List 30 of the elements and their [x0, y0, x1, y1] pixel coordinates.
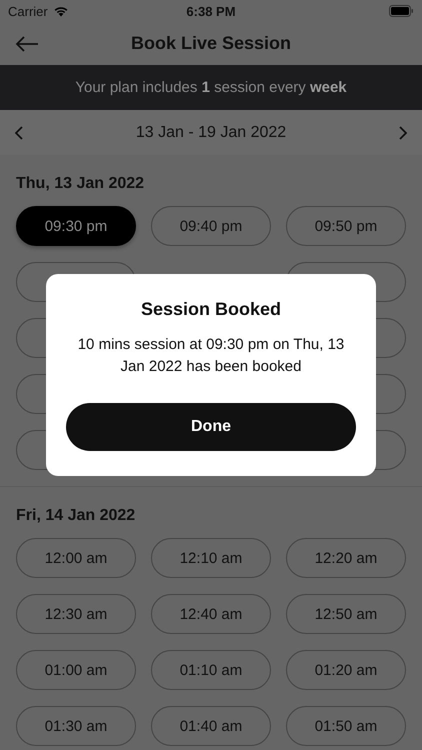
- time-slot-button[interactable]: 09:40 pm: [151, 206, 271, 246]
- time-slot-button[interactable]: 12:50 am: [286, 594, 406, 634]
- status-time: 6:38 PM: [186, 4, 236, 18]
- plan-banner: Your plan includes 1 session every week: [0, 65, 422, 110]
- carrier-name: Carrier: [8, 4, 48, 18]
- time-slot-button[interactable]: 01:30 am: [16, 706, 136, 746]
- time-slot-button[interactable]: 01:40 am: [151, 706, 271, 746]
- time-slot-button[interactable]: 09:50 pm: [286, 206, 406, 246]
- done-button[interactable]: Done: [66, 403, 356, 451]
- battery-icon: [389, 5, 414, 17]
- day-heading: Fri, 14 Jan 2022: [16, 507, 136, 525]
- time-slot-button[interactable]: 01:50 am: [286, 706, 406, 746]
- time-slot-button[interactable]: 12:30 am: [16, 594, 136, 634]
- dialog-message: 10 mins session at 09:30 pm on Thu, 13 Jan 2022 has been booked: [76, 335, 346, 377]
- time-slot-button[interactable]: 12:10 am: [151, 538, 271, 578]
- time-slot-button[interactable]: 12:40 am: [151, 594, 271, 634]
- wifi-icon: [52, 5, 69, 17]
- screen-title: Book Live Session: [130, 33, 292, 54]
- back-arrow-icon[interactable]: [15, 36, 39, 52]
- time-slot-button[interactable]: 01:10 am: [151, 650, 271, 690]
- time-slot-button[interactable]: 12:00 am: [16, 538, 136, 578]
- chevron-left-icon[interactable]: [15, 126, 23, 140]
- day-heading: Thu, 13 Jan 2022: [16, 175, 146, 193]
- time-slot-button[interactable]: 12:20 am: [286, 538, 406, 578]
- chevron-right-icon[interactable]: [399, 126, 407, 140]
- time-slot-button[interactable]: 01:00 am: [16, 650, 136, 690]
- dialog-title: Session Booked: [140, 299, 282, 320]
- week-range: 13 Jan - 19 Jan 2022: [136, 124, 286, 142]
- time-slot-button[interactable]: 01:20 am: [286, 650, 406, 690]
- time-slot-button[interactable]: 09:30 pm: [16, 206, 136, 246]
